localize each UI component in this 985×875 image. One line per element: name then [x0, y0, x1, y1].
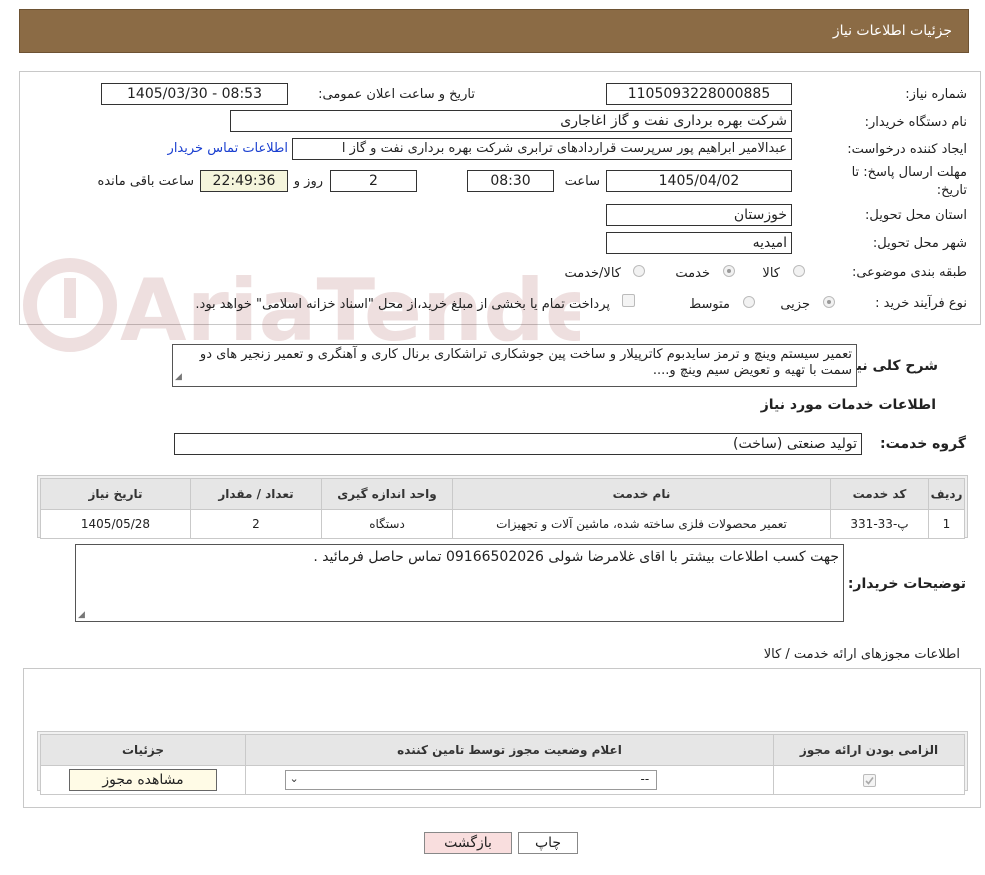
province-label: استان محل تحویل: [865, 208, 967, 223]
col-license-details: جزئیات [40, 734, 246, 766]
col-service-name: نام خدمت [452, 478, 831, 510]
cell-service-name: تعمیر محصولات فلزی ساخته شده، ماشین آلات… [452, 509, 831, 539]
check-icon [864, 777, 874, 785]
resize-grip-icon[interactable]: ◢ [175, 369, 182, 385]
page-title: جزئیات اطلاعات نیاز [832, 23, 952, 39]
purchase-option-medium: متوسط [689, 297, 730, 312]
service-group-field: تولید صنعتی (ساخت) [174, 433, 862, 455]
col-unit: واحد اندازه گیری [321, 478, 453, 510]
table-row: -- ⌄ مشاهده مجوز [40, 765, 965, 795]
city-field: امیدیه [606, 232, 792, 254]
col-quantity: تعداد / مقدار [190, 478, 322, 510]
resize-grip-icon[interactable]: ◢ [78, 610, 85, 620]
announce-datetime-field: 1405/03/30 - 08:53 [101, 83, 288, 105]
table-row: 1 پ-33-331 تعمیر محصولات فلزی ساخته شده،… [40, 509, 965, 539]
back-button[interactable]: بازگشت [424, 832, 512, 854]
services-title: اطلاعات خدمات مورد نیاز [760, 397, 936, 413]
creator-label: ایجاد کننده درخواست: [847, 142, 967, 157]
chevron-down-icon: ⌄ [289, 772, 299, 785]
cell-license-status: -- ⌄ [245, 765, 774, 795]
category-radio-goods-service[interactable] [633, 265, 645, 277]
remaining-time-label: ساعت باقی مانده [97, 174, 194, 189]
services-table: ردیف کد خدمت نام خدمت واحد اندازه گیری ت… [40, 478, 965, 539]
print-button[interactable]: چاپ [518, 832, 578, 854]
buyer-notes-label: توضیحات خریدار: [847, 576, 966, 592]
purchase-type-label: نوع فرآیند خرید : [875, 296, 967, 311]
days-remaining-field: 2 [330, 170, 417, 192]
deadline-date-field: 1405/04/02 [606, 170, 792, 192]
cell-service-code: پ-33-331 [830, 509, 929, 539]
license-status-value: -- [640, 772, 650, 786]
description-textarea[interactable]: تعمیر سیستم وینچ و ترمز سایدبوم کاترپیلا… [172, 344, 857, 387]
cell-quantity: 2 [190, 509, 322, 539]
buyer-org-field: شرکت بهره برداری نفت و گاز اغاجاری [230, 110, 792, 132]
col-license-required: الزامی بودن ارائه مجوز [773, 734, 965, 766]
view-license-button[interactable]: مشاهده مجوز [69, 769, 217, 791]
col-row: ردیف [928, 478, 965, 510]
cell-unit: دستگاه [321, 509, 453, 539]
col-need-date: تاریخ نیاز [40, 478, 191, 510]
need-number-field: 1105093228000885 [606, 83, 792, 105]
cell-row: 1 [928, 509, 965, 539]
cell-license-required [773, 765, 965, 795]
licenses-table: الزامی بودن ارائه مجوز اعلام وضعیت مجوز … [40, 734, 965, 795]
buyer-notes-text: جهت کسب اطلاعات بیشتر با اقای غلامرضا شو… [313, 549, 839, 565]
category-option-service: خدمت [675, 266, 710, 281]
purchase-radio-minor[interactable] [823, 296, 835, 308]
col-license-status: اعلام وضعیت مجوز توسط تامین کننده [245, 734, 774, 766]
license-status-select[interactable]: -- ⌄ [284, 770, 657, 790]
deadline-label-date: تاریخ: [936, 183, 967, 198]
buyer-contact-link[interactable]: اطلاعات تماس خریدار [168, 141, 288, 156]
category-option-goods-service: کالا/خدمت [564, 266, 621, 281]
creator-field: عبدالامیر ابراهیم پور سرپرست قراردادهای … [292, 138, 792, 160]
category-option-goods: کالا [762, 266, 780, 281]
province-field: خوزستان [606, 204, 792, 226]
col-service-code: کد خدمت [830, 478, 929, 510]
purchase-radio-medium[interactable] [743, 296, 755, 308]
licenses-title: اطلاعات مجوزهای ارائه خدمت / کالا [763, 647, 960, 662]
days-label: روز و [293, 174, 323, 189]
service-group-label: گروه خدمت: [880, 436, 966, 452]
cell-license-details: مشاهده مجوز [40, 765, 246, 795]
services-table-header: ردیف کد خدمت نام خدمت واحد اندازه گیری ت… [40, 478, 965, 510]
license-required-checkbox [862, 774, 876, 787]
need-number-label: شماره نیاز: [905, 87, 967, 102]
announce-datetime-label: تاریخ و ساعت اعلان عمومی: [318, 87, 475, 102]
cell-need-date: 1405/05/28 [40, 509, 191, 539]
remaining-time-field: 22:49:36 [200, 170, 288, 192]
purchase-option-minor: جزیی [780, 297, 810, 312]
treasury-payment-checkbox[interactable] [622, 294, 635, 307]
description-text: تعمیر سیستم وینچ و ترمز سایدبوم کاترپیلا… [199, 347, 852, 378]
treasury-payment-note: پرداخت تمام یا بخشی از مبلغ خرید،از محل … [195, 297, 610, 312]
page-header: جزئیات اطلاعات نیاز [19, 9, 969, 53]
category-radio-service[interactable] [723, 265, 735, 277]
buyer-notes-textarea[interactable]: جهت کسب اطلاعات بیشتر با اقای غلامرضا شو… [75, 544, 844, 622]
deadline-time-label: ساعت [564, 174, 600, 189]
deadline-time-field: 08:30 [467, 170, 554, 192]
buyer-org-label: نام دستگاه خریدار: [864, 115, 967, 130]
licenses-table-header: الزامی بودن ارائه مجوز اعلام وضعیت مجوز … [40, 734, 965, 766]
city-label: شهر محل تحویل: [872, 236, 967, 251]
deadline-label: مهلت ارسال پاسخ: تا [851, 165, 967, 180]
category-radio-goods[interactable] [793, 265, 805, 277]
category-label: طبقه بندی موضوعی: [851, 265, 967, 280]
